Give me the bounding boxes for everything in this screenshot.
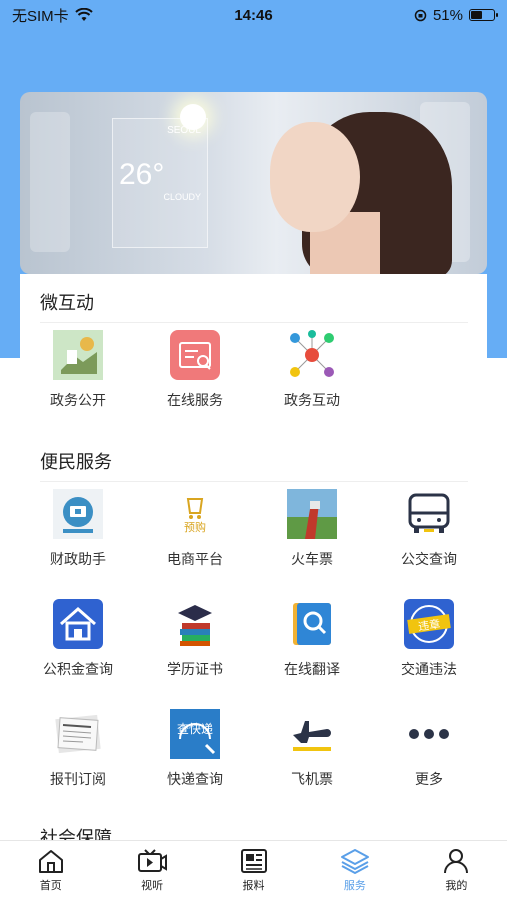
carrier-label: 无SIM卡	[12, 7, 69, 25]
grid-item-label: 报刊订阅	[50, 771, 106, 787]
grid-item-label: 学历证书	[167, 661, 223, 677]
tab-label: 视听	[141, 880, 164, 892]
tab-label: 服务	[343, 880, 366, 892]
tab-label: 首页	[39, 880, 62, 892]
tab-home[interactable]: 首页	[0, 841, 101, 900]
woman-face	[270, 122, 360, 232]
layers-icon	[340, 849, 369, 874]
tab-bar: 首页 视听 报料 服务 我的	[0, 840, 507, 900]
tab-video[interactable]: 视听	[101, 841, 202, 900]
grid-item-label: 政务公开	[50, 392, 106, 408]
section-title-social: 社会保障	[40, 828, 112, 840]
status-left: 无SIM卡	[12, 5, 93, 26]
grid-item-finance-assistant[interactable]: 财政助手	[20, 489, 136, 569]
grid-item-label: 飞机票	[291, 771, 333, 787]
plane-ticket-icon	[287, 709, 337, 759]
grid-item-ecommerce[interactable]: 预购 电商平台	[137, 489, 253, 569]
grid-item-label: 快递查询	[167, 771, 223, 787]
section-title-interaction: 微互动	[40, 293, 94, 313]
divider	[40, 322, 468, 323]
house-fund-icon	[53, 599, 103, 649]
home-icon	[38, 850, 63, 873]
grid-item-diploma[interactable]: 学历证书	[137, 599, 253, 679]
grid-item-newspaper[interactable]: 报刊订阅	[20, 709, 136, 789]
weather-city: SEOUL	[167, 125, 201, 136]
grid-item-label: 更多	[415, 771, 443, 787]
battery-icon	[469, 9, 498, 21]
grid-item-interaction[interactable]: 政务互动	[254, 330, 370, 410]
bus-icon	[404, 489, 454, 539]
user-icon	[444, 849, 469, 874]
service-page: 无SIM卡 14:46 51% SEOUL 26° CLOUDY 微互动 政务公…	[0, 0, 507, 900]
status-right: 51%	[414, 6, 498, 24]
tab-label: 我的	[445, 880, 468, 892]
grid-item-bus[interactable]: 公交查询	[371, 489, 487, 569]
clock: 14:46	[234, 6, 273, 24]
government-affairs-icon	[53, 330, 103, 380]
banner-image[interactable]: SEOUL 26° CLOUDY	[20, 92, 487, 274]
grid-item-house-fund[interactable]: 公积金查询	[20, 599, 136, 679]
grid-item-train-ticket[interactable]: 火车票	[254, 489, 370, 569]
online-service-icon	[170, 330, 220, 380]
grid-item-government-affairs[interactable]: 政务公开	[20, 330, 136, 410]
grid-item-label: 电商平台	[167, 551, 223, 567]
newspaper-icon	[240, 849, 267, 873]
grid-item-more[interactable]: 更多	[371, 709, 487, 789]
tv-icon	[138, 849, 168, 872]
tab-label: 报料	[242, 880, 265, 892]
grid-item-express[interactable]: 查快递 快递查询	[137, 709, 253, 789]
bokeh-shape	[30, 112, 70, 252]
interaction-network-icon	[287, 330, 337, 380]
wifi-icon	[74, 8, 93, 21]
battery-percent: 51%	[432, 6, 463, 24]
grid-item-label: 公积金查询	[43, 661, 113, 677]
newspaper-icon	[53, 709, 103, 759]
weather-condition: CLOUDY	[163, 192, 201, 202]
finance-assistant-icon	[53, 489, 103, 539]
more-icon	[404, 709, 454, 759]
grid-item-label: 公交查询	[401, 551, 457, 567]
grid-item-label: 交通违法	[401, 661, 457, 677]
divider	[40, 481, 468, 482]
rotation-lock-icon	[414, 9, 427, 21]
grid-item-translate[interactable]: 在线翻译	[254, 599, 370, 679]
traffic-violation-icon: 违章	[404, 599, 454, 649]
translate-icon	[287, 599, 337, 649]
grid-item-label: 财政助手	[50, 551, 106, 567]
grid-item-plane-ticket[interactable]: 飞机票	[254, 709, 370, 789]
grid-item-label: 火车票	[291, 551, 333, 567]
grid-item-label: 在线服务	[167, 392, 223, 408]
tab-service[interactable]: 服务	[304, 841, 405, 900]
grid-item-online-service[interactable]: 在线服务	[137, 330, 253, 410]
train-ticket-icon	[287, 489, 337, 539]
ecommerce-icon-text: 预购	[184, 520, 206, 534]
weather-temp: 26°	[119, 158, 165, 191]
grid-item-label: 在线翻译	[284, 661, 340, 677]
weather-panel: SEOUL 26° CLOUDY	[112, 118, 208, 248]
tab-mine[interactable]: 我的	[406, 841, 507, 900]
grid-item-label: 政务互动	[284, 392, 340, 408]
status-bar: 无SIM卡 14:46 51%	[0, 0, 507, 30]
grid-item-traffic-violation[interactable]: 违章 交通违法	[371, 599, 487, 679]
diploma-icon	[170, 599, 220, 649]
ecommerce-icon: 预购	[170, 489, 220, 539]
section-title-convenience: 便民服务	[40, 452, 112, 472]
tab-report[interactable]: 报料	[203, 841, 304, 900]
express-icon: 查快递	[170, 709, 220, 759]
